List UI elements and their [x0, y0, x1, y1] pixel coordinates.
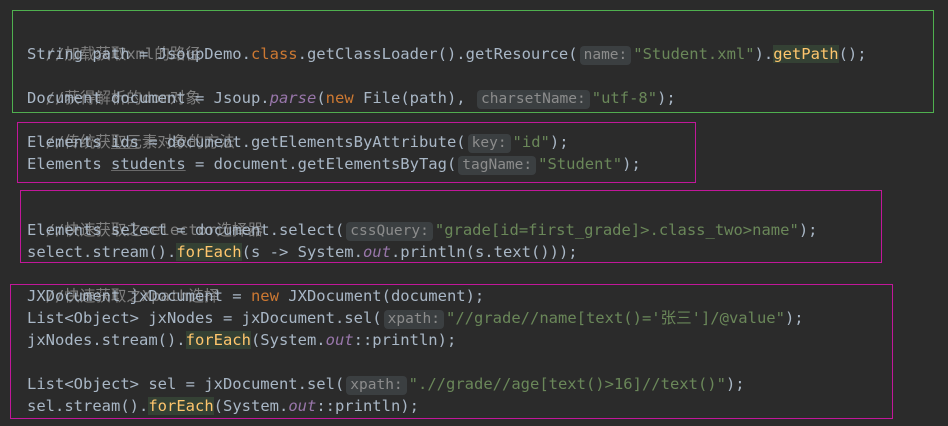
code-text: Elements [27, 155, 111, 173]
string-literal: "utf-8" [591, 89, 658, 107]
static-field: out [362, 243, 391, 261]
code-text: JXDocument(document); [278, 287, 485, 305]
code-text: = document.getElementsByTag( [185, 155, 457, 173]
code-line-8: //快速获取之selector选择器 [27, 197, 263, 239]
code-text: select.stream(). [27, 243, 177, 261]
static-field: out [325, 331, 354, 349]
string-literal: "Student.xml" [633, 45, 755, 63]
param-hint: name: [579, 46, 632, 65]
param-hint: xpath: [346, 376, 407, 395]
code-text: jxNodes.stream(). [27, 331, 186, 349]
code-text: Elements select = document.select( [27, 221, 345, 239]
code-text: ); [725, 375, 745, 393]
code-text: List<Object> sel = jxDocument.sel( [27, 375, 345, 393]
code-text: (System. [250, 331, 326, 349]
code-text: ). [754, 45, 774, 63]
code-text: List<Object> jxNodes = jxDocument.sel( [27, 309, 382, 327]
code-text: (System. [213, 397, 289, 415]
code-line-4: Document document = Jsoup.parse(new File… [27, 87, 676, 109]
highlighted-method: forEach [185, 331, 251, 349]
highlighted-method: getPath [773, 45, 839, 63]
code-text: (); [838, 45, 867, 63]
code-text: (s -> System. [241, 243, 363, 261]
string-literal: "Student" [538, 155, 623, 173]
code-text: .getClassLoader().getResource( [297, 45, 578, 63]
string-literal: "id" [512, 133, 550, 151]
code-line-16: sel.stream().forEach(System.out::println… [27, 395, 419, 417]
string-literal: ".//grade//age[text()>16]//text()" [408, 375, 726, 393]
code-line-10: select.stream().forEach(s -> System.out.… [27, 241, 578, 263]
code-line-12: JXDocument jxDocument = new JXDocument(d… [27, 285, 484, 307]
code-line-11: //快速获取之Xpath选择 [27, 263, 220, 305]
code-text: ); [549, 133, 569, 151]
param-hint: xpath: [383, 310, 444, 329]
highlighted-method: forEach [176, 243, 242, 261]
string-literal: "//grade//name[text()='张三']/@value" [446, 309, 785, 327]
param-hint: key: [467, 134, 511, 153]
keyword: class [250, 45, 298, 63]
string-literal: "grade[id=first_grade]>.class_two>name" [434, 221, 799, 239]
code-line-3: //获得解析的dom对象 [27, 65, 201, 107]
code-text: String path = JsoupDemo. [27, 45, 251, 63]
code-line-2: String path = JsoupDemo.class.getClassLo… [27, 43, 867, 65]
code-text: sel.stream(). [27, 397, 149, 415]
code-text: = document.getElementsByAttribute( [139, 133, 466, 151]
code-text: ::println); [316, 397, 419, 415]
param-hint: cssQuery: [346, 222, 433, 241]
code-line-6: Elements ids = document.getElementsByAtt… [27, 131, 569, 153]
keyword: new [250, 287, 279, 305]
code-text: ::println); [353, 331, 457, 349]
code-line-1: //加载获取xml的路径 [27, 21, 201, 63]
code-text: ( [316, 89, 326, 107]
static-method: parse [269, 89, 317, 107]
keyword: new [325, 89, 354, 107]
code-line-14: jxNodes.stream().forEach(System.out::pri… [27, 329, 456, 351]
param-hint: charsetName: [476, 90, 590, 109]
code-text: Document document = Jsoup. [27, 89, 270, 107]
unused-variable: ids [111, 133, 139, 151]
code-line-5: //传统获取元素对象的方法 [27, 109, 235, 151]
code-line-15: List<Object> sel = jxDocument.sel(xpath:… [27, 373, 745, 395]
code-text: ); [657, 89, 676, 107]
code-line-7: Elements students = document.getElements… [27, 153, 641, 175]
highlighted-method: forEach [148, 397, 214, 415]
code-line-13: List<Object> jxNodes = jxDocument.sel(xp… [27, 307, 804, 329]
code-text: ); [622, 155, 641, 173]
code-text: File(path), [353, 89, 475, 107]
code-text: ); [784, 309, 804, 327]
param-hint: tagName: [458, 156, 537, 175]
code-text: Elements [27, 133, 111, 151]
code-text: ); [798, 221, 818, 239]
code-text: .println(s.text())); [390, 243, 578, 261]
static-field: out [288, 397, 317, 415]
code-text: JXDocument jxDocument = [27, 287, 251, 305]
code-line-9: Elements select = document.select(cssQue… [27, 219, 817, 241]
unused-variable: students [111, 155, 186, 173]
